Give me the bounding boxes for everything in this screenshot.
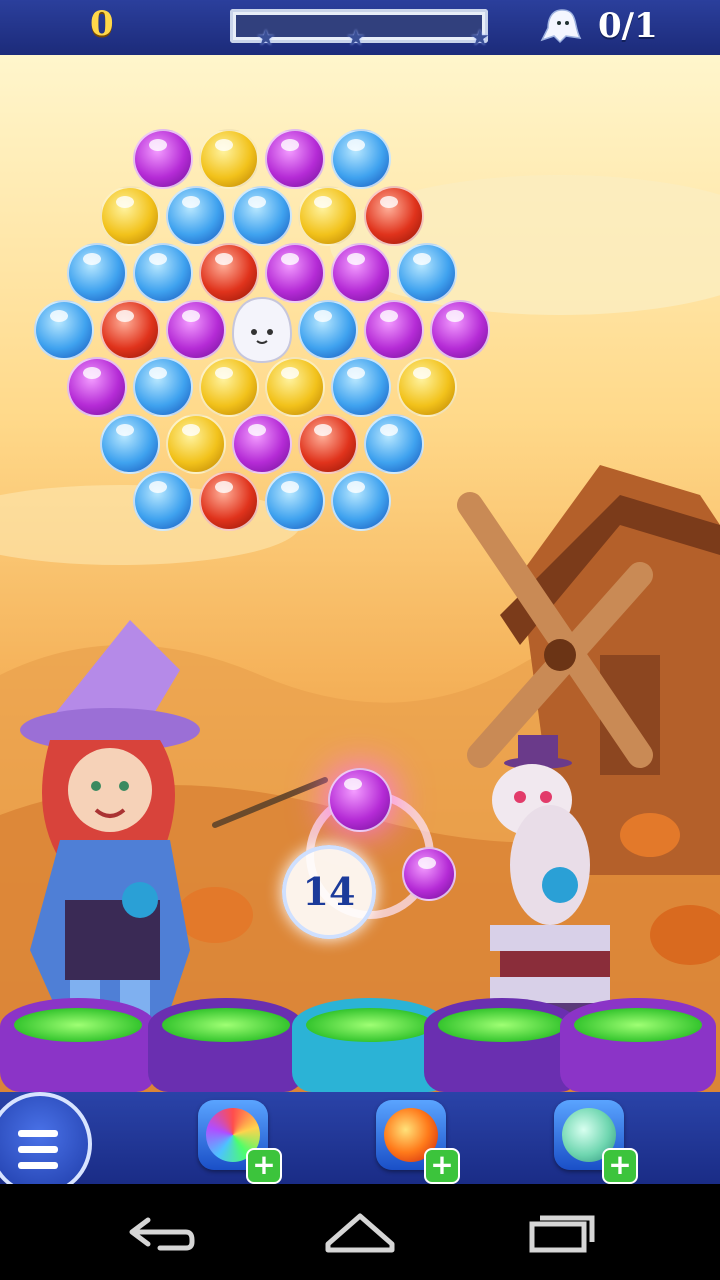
blue-bubble — [67, 243, 127, 303]
progress-star-icon: ★ — [256, 26, 276, 51]
red-bubble — [100, 300, 160, 360]
cauldron-liquid — [14, 1008, 142, 1042]
cauldron-liquid — [438, 1008, 566, 1042]
blue-bubble — [133, 357, 193, 417]
booster-bar: + + + — [0, 1092, 720, 1196]
purple-bubble — [331, 243, 391, 303]
home-icon[interactable] — [320, 1208, 400, 1256]
cauldron-liquid — [162, 1008, 290, 1042]
progress-star-icon: ★ — [346, 26, 366, 51]
yellow-bubble — [265, 357, 325, 417]
cauldron — [560, 998, 716, 1092]
fireball-booster-button[interactable]: + — [376, 1100, 460, 1184]
blue-bubble — [166, 186, 226, 246]
purple-bubble — [364, 300, 424, 360]
blue-bubble — [133, 471, 193, 531]
yellow-bubble — [100, 186, 160, 246]
game-board[interactable] — [0, 55, 720, 1092]
menu-icon — [18, 1130, 58, 1137]
purple-bubble — [430, 300, 490, 360]
cauldron-row — [0, 990, 720, 1092]
yellow-bubble — [298, 186, 358, 246]
ghost-target — [227, 294, 297, 366]
blue-bubble — [298, 300, 358, 360]
purple-bubble — [133, 129, 193, 189]
yellow-bubble — [166, 414, 226, 474]
purple-bubble — [232, 414, 292, 474]
blue-bubble — [397, 243, 457, 303]
blue-bubble — [100, 414, 160, 474]
cauldron — [148, 998, 304, 1092]
menu-icon-line — [18, 1146, 58, 1153]
add-icon[interactable]: + — [246, 1148, 282, 1184]
rainbow-booster-button[interactable]: + — [198, 1100, 282, 1184]
cauldron-liquid — [306, 1008, 434, 1042]
menu-button[interactable] — [0, 1092, 92, 1196]
top-hud: 0 ★ ★ ★ 0/1 — [0, 0, 720, 58]
shots-remaining-counter: 14 — [282, 845, 376, 939]
ghost-icon — [540, 9, 582, 44]
cauldron-liquid — [574, 1008, 702, 1042]
recents-icon[interactable] — [520, 1208, 600, 1256]
current-bubble[interactable] — [328, 768, 392, 832]
blue-bubble — [331, 471, 391, 531]
cauldron — [424, 998, 580, 1092]
red-bubble — [298, 414, 358, 474]
add-icon[interactable]: + — [424, 1148, 460, 1184]
add-icon[interactable]: + — [602, 1148, 638, 1184]
blue-bubble — [331, 129, 391, 189]
blue-bubble — [364, 414, 424, 474]
purple-bubble — [265, 129, 325, 189]
red-bubble — [199, 471, 259, 531]
blue-bubble — [34, 300, 94, 360]
wand-booster-button[interactable]: + — [554, 1100, 638, 1184]
back-icon[interactable] — [120, 1208, 200, 1256]
menu-icon-line — [18, 1162, 58, 1169]
blue-bubble — [265, 471, 325, 531]
yellow-bubble — [199, 357, 259, 417]
yellow-bubble — [397, 357, 457, 417]
score-progress-bar: ★ ★ ★ — [230, 9, 490, 51]
cauldron — [0, 998, 156, 1092]
ghost-counter-text: 0/1 — [598, 6, 658, 46]
red-bubble — [364, 186, 424, 246]
yellow-bubble — [199, 129, 259, 189]
shots-remaining: 14 — [302, 869, 356, 914]
blue-bubble — [331, 357, 391, 417]
system-nav-bar — [0, 1184, 720, 1280]
progress-star-icon: ★ — [470, 26, 490, 51]
blue-bubble — [133, 243, 193, 303]
score: 0 — [90, 4, 114, 44]
purple-bubble — [67, 357, 127, 417]
blue-bubble — [232, 186, 292, 246]
next-bubble[interactable] — [402, 847, 456, 901]
purple-bubble — [166, 300, 226, 360]
